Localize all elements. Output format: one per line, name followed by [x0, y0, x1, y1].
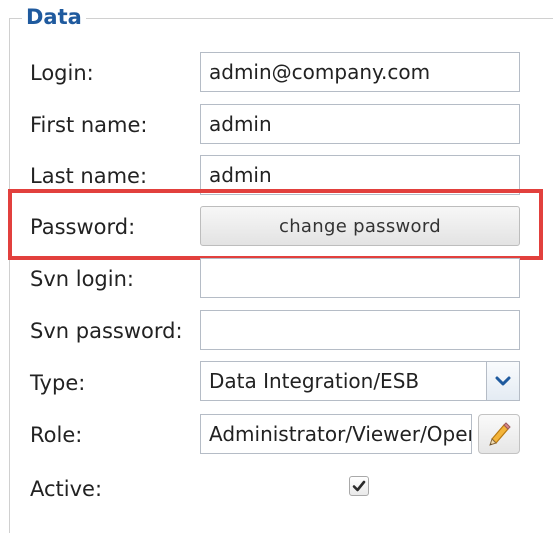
- svn-login-input[interactable]: [200, 258, 520, 298]
- highlight-box: [8, 189, 543, 260]
- svn-password-label: Svn password:: [30, 319, 183, 343]
- edit-role-button[interactable]: [478, 414, 520, 454]
- active-checkbox[interactable]: [349, 476, 369, 496]
- active-label: Active:: [30, 477, 103, 501]
- type-label: Type:: [30, 371, 86, 395]
- fieldset-legend: Data: [22, 4, 86, 30]
- first-name-input[interactable]: admin: [200, 104, 520, 144]
- role-label: Role:: [30, 423, 83, 447]
- first-name-label: First name:: [30, 113, 148, 137]
- type-select-value: Data Integration/ESB: [209, 369, 420, 393]
- type-select-trigger[interactable]: [486, 362, 519, 400]
- login-input[interactable]: admin@company.com: [200, 52, 520, 92]
- login-label: Login:: [30, 61, 94, 85]
- role-input[interactable]: Administrator/Viewer/Operation Manager: [200, 414, 472, 454]
- type-select[interactable]: Data Integration/ESB: [200, 361, 520, 401]
- pencil-icon: [489, 422, 511, 446]
- svn-login-label: Svn login:: [30, 267, 134, 291]
- checkmark-icon: [352, 480, 366, 492]
- svn-password-input[interactable]: [200, 310, 520, 350]
- last-name-label: Last name:: [30, 164, 148, 188]
- chevron-down-icon: [495, 376, 511, 386]
